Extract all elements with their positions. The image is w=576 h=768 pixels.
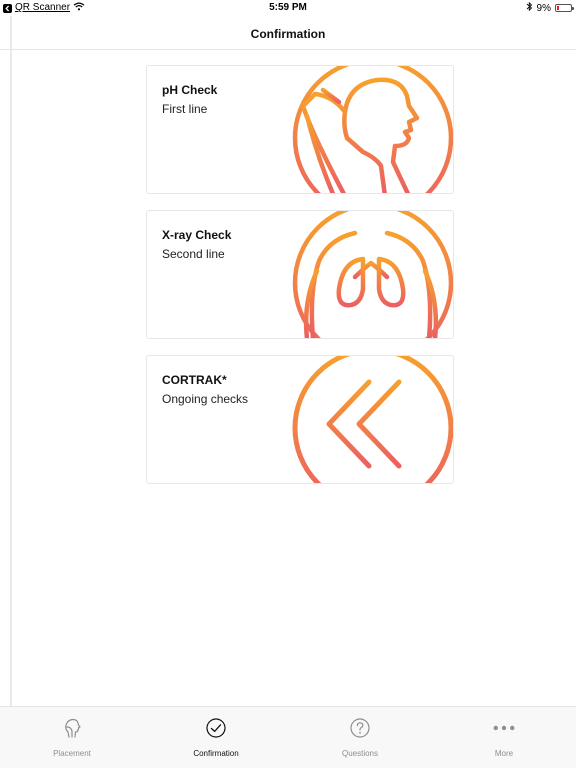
tab-bar: Placement Confirmation Questions More [0, 706, 576, 768]
status-right: 9% [526, 1, 574, 15]
page-title: Confirmation [250, 27, 326, 41]
more-dots-icon [493, 717, 515, 739]
ph-check-card[interactable]: pH Check First line [146, 65, 454, 194]
card-text: pH Check First line [162, 82, 217, 117]
status-bar: QR Scanner 5:59 PM 9% [0, 0, 576, 16]
split-view-divider [10, 16, 12, 706]
bluetooth-icon [526, 1, 533, 15]
head-outline-icon [61, 717, 83, 739]
card-subtitle: Second line [162, 247, 225, 261]
app-screen: QR Scanner 5:59 PM 9% Confirmation pH Ch… [0, 0, 576, 768]
battery-icon [555, 4, 574, 12]
tab-label: Placement [53, 749, 91, 758]
card-title: X-ray Check [162, 228, 232, 242]
double-chevron-left-icon [292, 356, 453, 483]
head-profile-icon [292, 66, 453, 193]
tab-questions[interactable]: Questions [288, 707, 432, 768]
xray-check-card[interactable]: X-ray Check Second line [146, 210, 454, 339]
card-subtitle: Ongoing checks [162, 392, 249, 406]
question-circle-icon [349, 717, 371, 739]
card-text: CORTRAK* Ongoing checks [162, 372, 248, 407]
battery-percent: 9% [536, 2, 551, 14]
cortrak-card[interactable]: CORTRAK* Ongoing checks [146, 355, 454, 484]
tab-confirmation[interactable]: Confirmation [144, 707, 288, 768]
card-text: X-ray Check Second line [162, 227, 231, 262]
tab-label: More [494, 749, 514, 758]
tab-label: Questions [341, 749, 379, 758]
navigation-bar: Confirmation [0, 16, 576, 50]
tab-label: Confirmation [193, 749, 239, 758]
tab-placement[interactable]: Placement [0, 707, 144, 768]
tab-more[interactable]: More [432, 707, 576, 768]
check-circle-icon [205, 717, 227, 739]
lungs-icon [292, 211, 453, 338]
confirmation-card-list: pH Check First line X-ray Check Second l… [146, 65, 454, 500]
card-title: pH Check [162, 83, 218, 97]
card-title: CORTRAK* [162, 373, 227, 387]
card-subtitle: First line [162, 102, 208, 116]
battery-level [557, 6, 559, 10]
status-time: 5:59 PM [269, 2, 307, 13]
